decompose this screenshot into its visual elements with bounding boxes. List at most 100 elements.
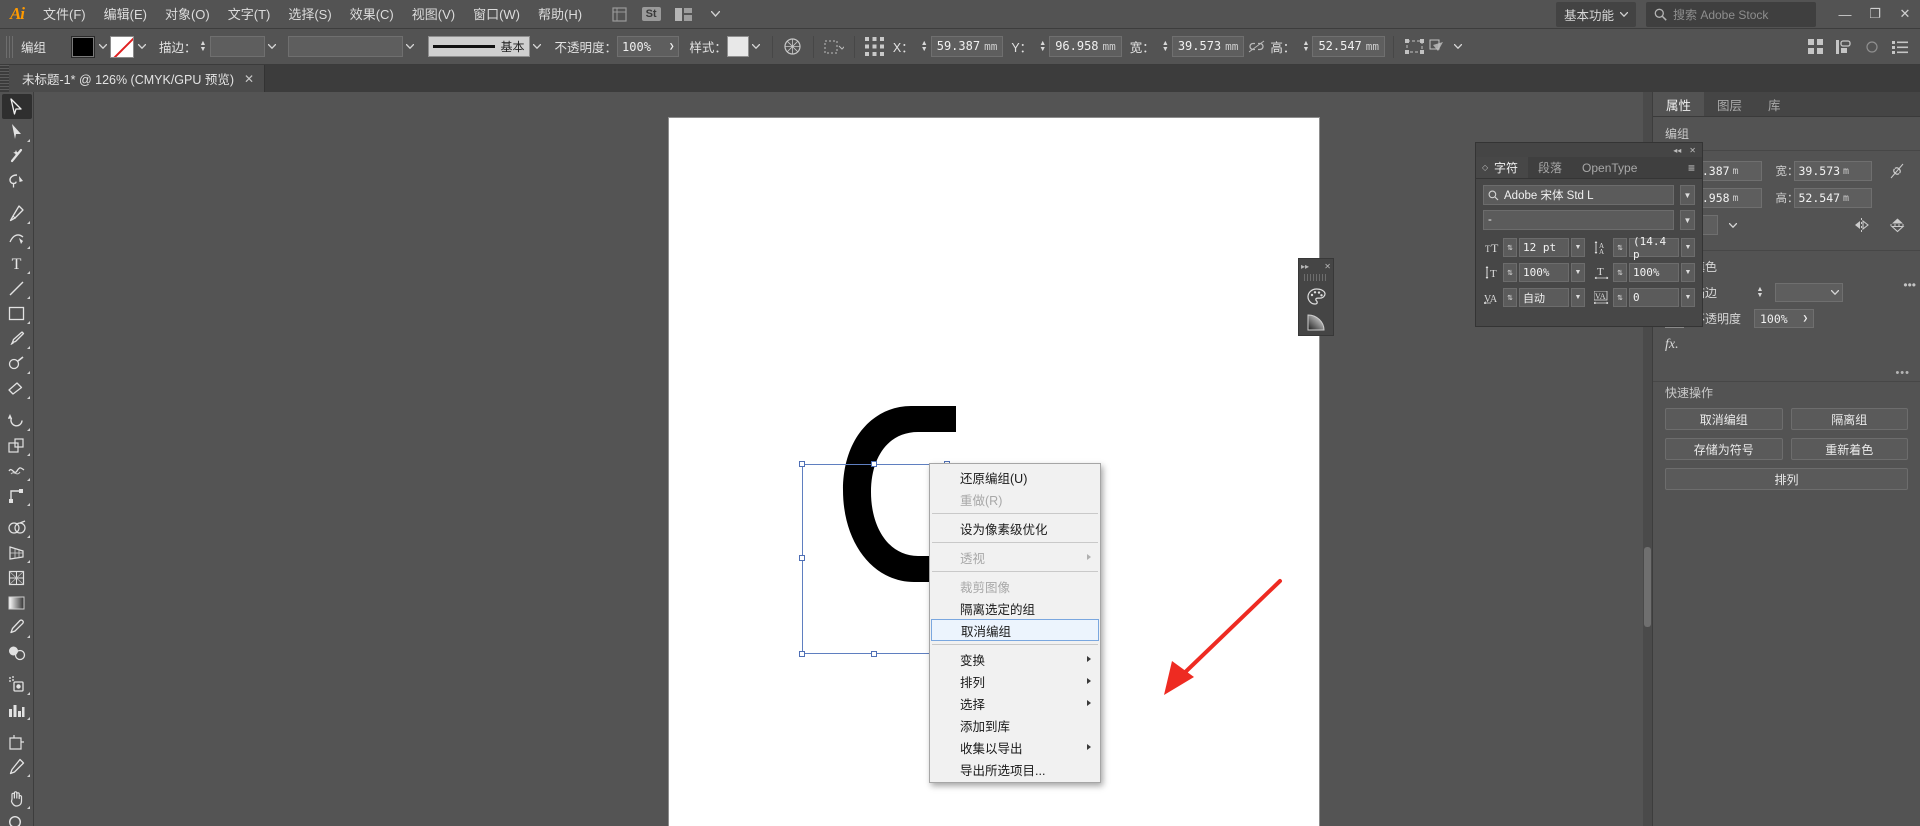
tab-properties[interactable]: 属性 xyxy=(1653,92,1705,116)
align-panel-icon[interactable] xyxy=(1832,35,1856,59)
collapsed-panel-dock[interactable]: ▸▸ ✕ xyxy=(1298,258,1334,336)
width-field[interactable]: 39.573 m xyxy=(1793,161,1872,181)
stroke-color-swatch[interactable] xyxy=(110,35,134,58)
tracking-chevron-down-icon[interactable]: ▼ xyxy=(1681,288,1695,307)
rectangle-tool[interactable] xyxy=(2,301,32,326)
tracking-value[interactable]: 0 xyxy=(1629,288,1679,307)
zoom-tool[interactable] xyxy=(2,811,32,826)
context-menu-item-undo-group[interactable]: 还原编组(U) xyxy=(930,466,1100,488)
opacity-field[interactable]: 100% ❯ xyxy=(1754,309,1814,328)
tab-opentype[interactable]: OpenType xyxy=(1572,157,1647,178)
height-field[interactable]: 52.547 mm xyxy=(1312,36,1386,57)
panel-rail-overflow-icon[interactable]: ••• xyxy=(1903,278,1916,292)
scale-tool[interactable] xyxy=(2,433,32,458)
magic-wand-tool[interactable] xyxy=(2,144,32,169)
tab-layers[interactable]: 图层 xyxy=(1704,92,1755,116)
align-options-icon[interactable] xyxy=(822,35,846,59)
stroke-style-combo[interactable]: 基本 xyxy=(427,36,530,57)
fill-chevron-down-icon[interactable] xyxy=(95,36,110,58)
transform-panel-icon[interactable] xyxy=(1402,35,1426,59)
stroke-weight-field[interactable] xyxy=(209,36,265,57)
stroke-weight-field[interactable] xyxy=(1775,283,1843,302)
panel-menu-icon[interactable] xyxy=(1888,35,1912,59)
kerning-stepper[interactable]: ⇅ xyxy=(1503,288,1517,307)
horizontal-scale-value[interactable]: 100% xyxy=(1629,263,1679,282)
width-tool[interactable] xyxy=(2,458,32,483)
menu-window[interactable]: 窗口(W) xyxy=(464,0,529,29)
horizontal-scale-stepper[interactable]: ⇅ xyxy=(1613,263,1627,282)
context-menu-item-ungroup[interactable]: 取消编组 xyxy=(931,619,1099,641)
appearance-overflow-icon[interactable]: ••• xyxy=(1653,363,1920,379)
pen-tool[interactable] xyxy=(2,201,32,226)
context-menu[interactable]: 还原编组(U) 重做(R) 设为像素级优化 透视 裁剪图像 隔离选定的组 取消编… xyxy=(929,463,1101,783)
context-menu-item-collect-for-export[interactable]: 收集以导出 xyxy=(930,736,1100,758)
stroke-weight-stepper[interactable]: ▲ ▼ xyxy=(1754,286,1766,299)
stroke-weight-chevron-down-icon[interactable] xyxy=(265,36,280,58)
save-as-symbol-button[interactable]: 存储为符号 xyxy=(1665,438,1783,460)
menu-type[interactable]: 文字(T) xyxy=(219,0,280,29)
document-setup-icon[interactable] xyxy=(1860,35,1884,59)
graphic-style-swatch[interactable] xyxy=(726,36,749,57)
symbol-sprayer-tool[interactable] xyxy=(2,672,32,697)
menu-view[interactable]: 视图(V) xyxy=(403,0,464,29)
character-panel[interactable]: ◂◂ ✕ 字符 段落 OpenType ≡ Adobe 宋体 Std L ▼ -… xyxy=(1475,142,1703,327)
context-menu-item-export-selection[interactable]: 导出所选项目... xyxy=(930,758,1100,780)
fx-button[interactable]: fx. xyxy=(1665,335,1908,353)
free-transform-tool[interactable] xyxy=(2,483,32,508)
kerning-chevron-down-icon[interactable]: ▼ xyxy=(1571,288,1585,307)
menu-edit[interactable]: 编辑(E) xyxy=(95,0,156,29)
eraser-tool[interactable] xyxy=(2,376,32,401)
x-stepper[interactable]: ▲ ▼ xyxy=(918,36,931,58)
blend-tool[interactable] xyxy=(2,640,32,665)
context-menu-item-pixel-perfect[interactable]: 设为像素级优化 xyxy=(930,517,1100,539)
height-stepper[interactable]: ▲ ▼ xyxy=(1299,36,1312,58)
adobe-stock-icon[interactable]: St xyxy=(638,4,664,24)
rotate-tool[interactable] xyxy=(2,408,32,433)
width-stepper[interactable]: ▲ ▼ xyxy=(1159,36,1172,58)
line-segment-tool[interactable] xyxy=(2,276,32,301)
direct-selection-tool[interactable] xyxy=(2,119,32,144)
select-similar-chevron-down-icon[interactable] xyxy=(1450,36,1465,58)
font-style-field[interactable]: - xyxy=(1483,210,1674,230)
selection-tool[interactable] xyxy=(1,94,32,119)
fill-color-swatch[interactable] xyxy=(71,35,95,58)
context-menu-item-arrange[interactable]: 排列 xyxy=(930,670,1100,692)
leading-stepper[interactable]: ⇅ xyxy=(1613,238,1627,257)
height-field[interactable]: 52.547 m xyxy=(1793,188,1872,208)
font-family-chevron-down-icon[interactable]: ▼ xyxy=(1680,185,1695,205)
stroke-profile-field[interactable] xyxy=(287,36,403,57)
ungroup-button[interactable]: 取消编组 xyxy=(1665,408,1783,430)
constrain-proportions-icon[interactable] xyxy=(1244,35,1268,59)
menu-help[interactable]: 帮助(H) xyxy=(529,0,591,29)
column-graph-tool[interactable] xyxy=(2,697,32,722)
transform-reference-point-icon[interactable] xyxy=(863,35,887,59)
perspective-grid-tool[interactable] xyxy=(2,540,32,565)
stock-search-box[interactable]: 搜索 Adobe Stock xyxy=(1646,1,1816,27)
arrange-button[interactable]: 排列 xyxy=(1665,468,1908,490)
menu-object[interactable]: 对象(O) xyxy=(156,0,219,29)
context-menu-item-select[interactable]: 选择 xyxy=(930,692,1100,714)
stroke-weight-stepper[interactable]: ▲ ▼ xyxy=(197,36,210,58)
font-size-value[interactable]: 12 pt xyxy=(1519,238,1569,257)
context-menu-item-add-to-library[interactable]: 添加到库 xyxy=(930,714,1100,736)
gradient-tool[interactable] xyxy=(2,590,32,615)
recolor-button[interactable]: 重新着色 xyxy=(1790,438,1908,460)
vertical-scale-value[interactable]: 100% xyxy=(1519,263,1569,282)
width-field[interactable]: 39.573 mm xyxy=(1171,36,1245,57)
curvature-tool[interactable] xyxy=(2,226,32,251)
canvas-area[interactable]: ▸▸ ✕ xyxy=(34,92,1652,826)
style-chevron-down-icon[interactable] xyxy=(749,36,764,58)
shaper-tool[interactable] xyxy=(2,351,32,376)
tab-character[interactable]: 字符 xyxy=(1476,157,1529,178)
stroke-chevron-down-icon[interactable] xyxy=(134,36,149,58)
context-menu-item-transform[interactable]: 变换 xyxy=(930,648,1100,670)
mesh-tool[interactable] xyxy=(2,565,32,590)
angle-chevron-down-icon[interactable] xyxy=(1722,215,1744,235)
y-field[interactable]: 96.958 mm xyxy=(1049,36,1122,57)
panel-menu-icon[interactable]: ≡ xyxy=(1681,157,1702,178)
menu-select[interactable]: 选择(S) xyxy=(279,0,340,29)
hand-tool[interactable] xyxy=(2,786,32,811)
slice-tool[interactable] xyxy=(2,754,32,779)
shape-builder-tool[interactable] xyxy=(2,515,32,540)
stroke-profile-chevron-down-icon[interactable] xyxy=(403,36,418,58)
